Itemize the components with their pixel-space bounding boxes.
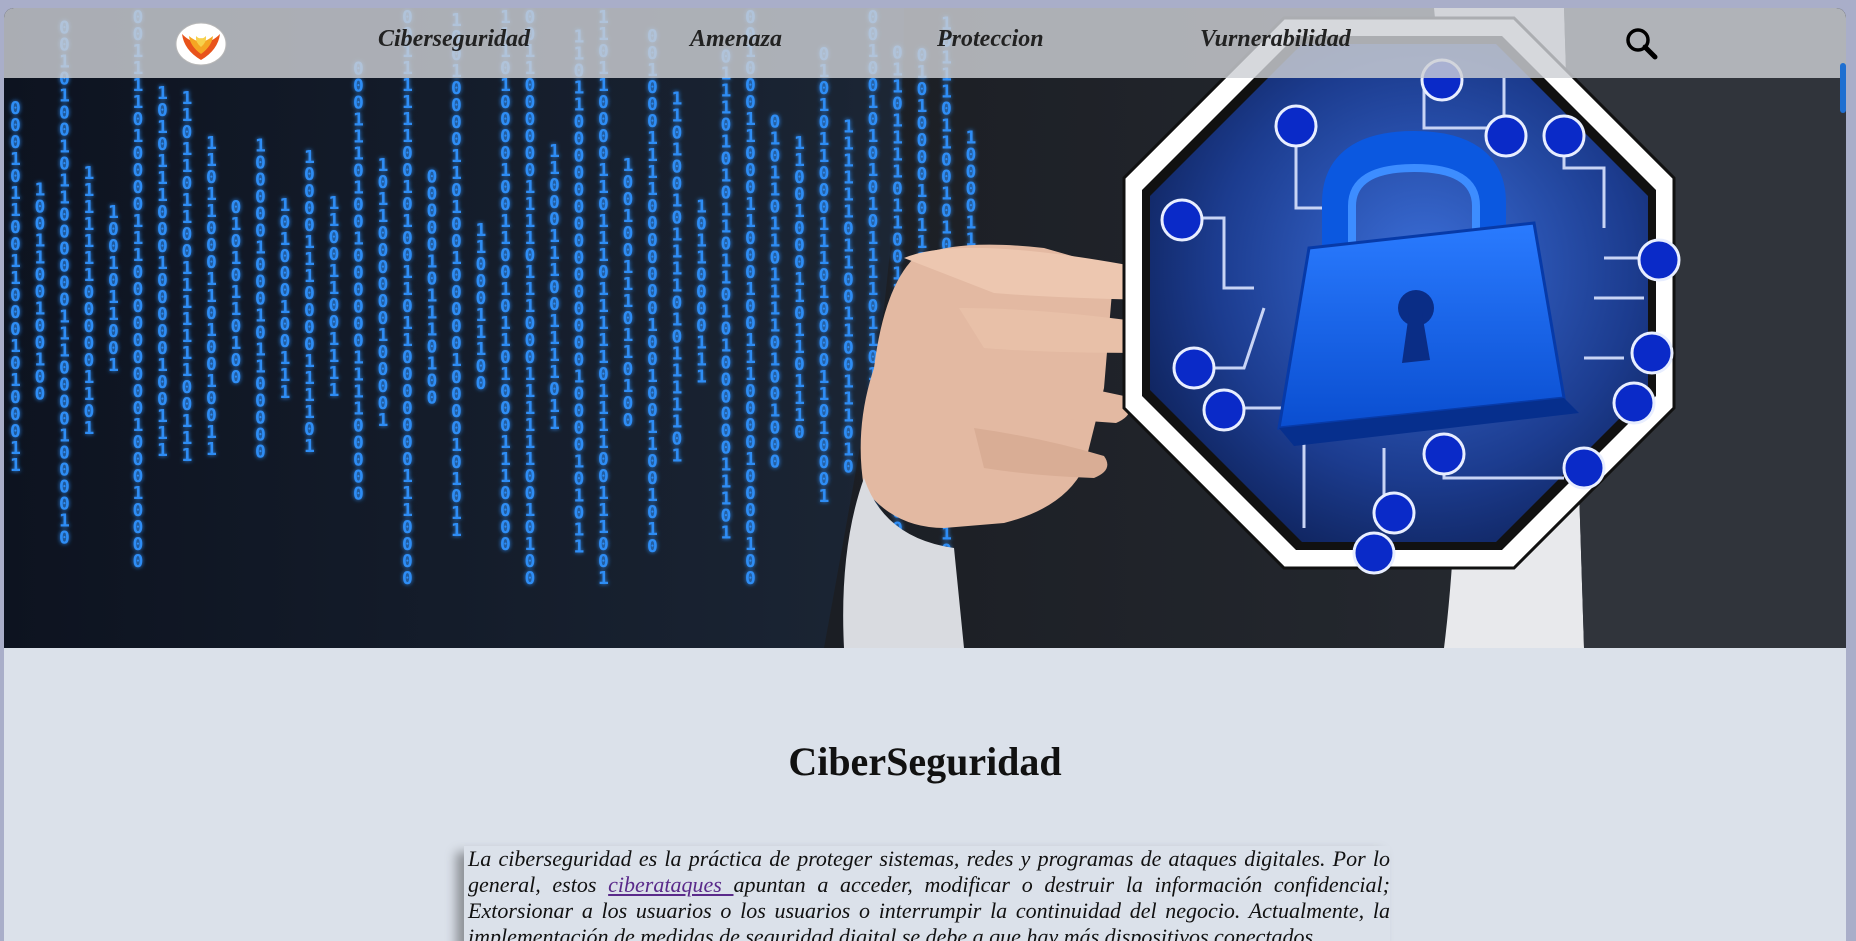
binary-digit: 0 [35, 384, 46, 405]
browser-page: 0001011001100010100011100110010010000101… [4, 8, 1846, 941]
binary-digit: 0 [623, 410, 634, 431]
binary-digit: 1 [451, 520, 462, 541]
binary-digit: 1 [108, 355, 119, 376]
page-scrollbar-thumb[interactable] [1840, 63, 1846, 113]
binary-digit: 0 [745, 568, 756, 589]
page-title: CiberSeguridad [788, 739, 1062, 784]
binary-digit: 1 [378, 410, 389, 431]
hero-banner: 0001011001100010100011100110010010000101… [4, 8, 1846, 648]
binary-digit: 0 [427, 387, 438, 408]
binary-digit: 1 [206, 439, 217, 460]
ciberataques-link[interactable]: ciberataques [608, 872, 733, 897]
binary-digit: 1 [182, 445, 193, 466]
binary-digit: 0 [133, 551, 144, 572]
binary-digit: 0 [525, 568, 536, 589]
binary-digit: 0 [353, 484, 364, 505]
binary-digit: 1 [598, 568, 609, 589]
top-navbar: Ciberseguridad Amenaza Proteccion Vurner… [4, 8, 1846, 78]
binary-digit: 0 [59, 528, 70, 549]
binary-digit: 0 [231, 367, 242, 388]
binary-digit: 1 [157, 440, 168, 461]
nav-link-amenaza[interactable]: Amenaza [690, 26, 782, 53]
binary-digit: 1 [329, 380, 340, 401]
hero-image: 0001011001100010100011100110010010000101… [4, 8, 1846, 648]
binary-digit: 0 [500, 534, 511, 555]
binary-digit: 1 [549, 413, 560, 434]
binary-digit: 0 [402, 568, 413, 589]
binary-digit: 0 [476, 373, 487, 394]
nav-link-proteccion[interactable]: Proteccion [937, 26, 1044, 53]
intro-paragraph: La ciberseguridad es la práctica de prot… [464, 846, 1390, 941]
search-icon[interactable] [1624, 26, 1660, 62]
binary-digit: 0 [794, 422, 805, 443]
binary-digit: 1 [84, 418, 95, 439]
binary-digit: 0 [647, 536, 658, 557]
binary-digit: 1 [819, 486, 830, 507]
binary-digit: 1 [10, 455, 21, 476]
binary-digit: 0 [843, 457, 854, 478]
nav-link-vurnerabilidad[interactable]: Vurnerabilidad [1200, 26, 1351, 53]
binary-digit: 1 [672, 445, 683, 466]
binary-digit: 1 [304, 436, 315, 457]
binary-digit: 0 [255, 442, 266, 463]
binary-digit: 1 [696, 367, 707, 388]
nav-link-ciberseguridad[interactable]: Ciberseguridad [378, 26, 530, 53]
binary-digit: 1 [280, 382, 291, 403]
phoenix-logo-icon[interactable] [174, 20, 228, 68]
binary-digit: 1 [574, 536, 585, 557]
binary-digit: 1 [721, 523, 732, 544]
binary-digit: 0 [770, 451, 781, 472]
